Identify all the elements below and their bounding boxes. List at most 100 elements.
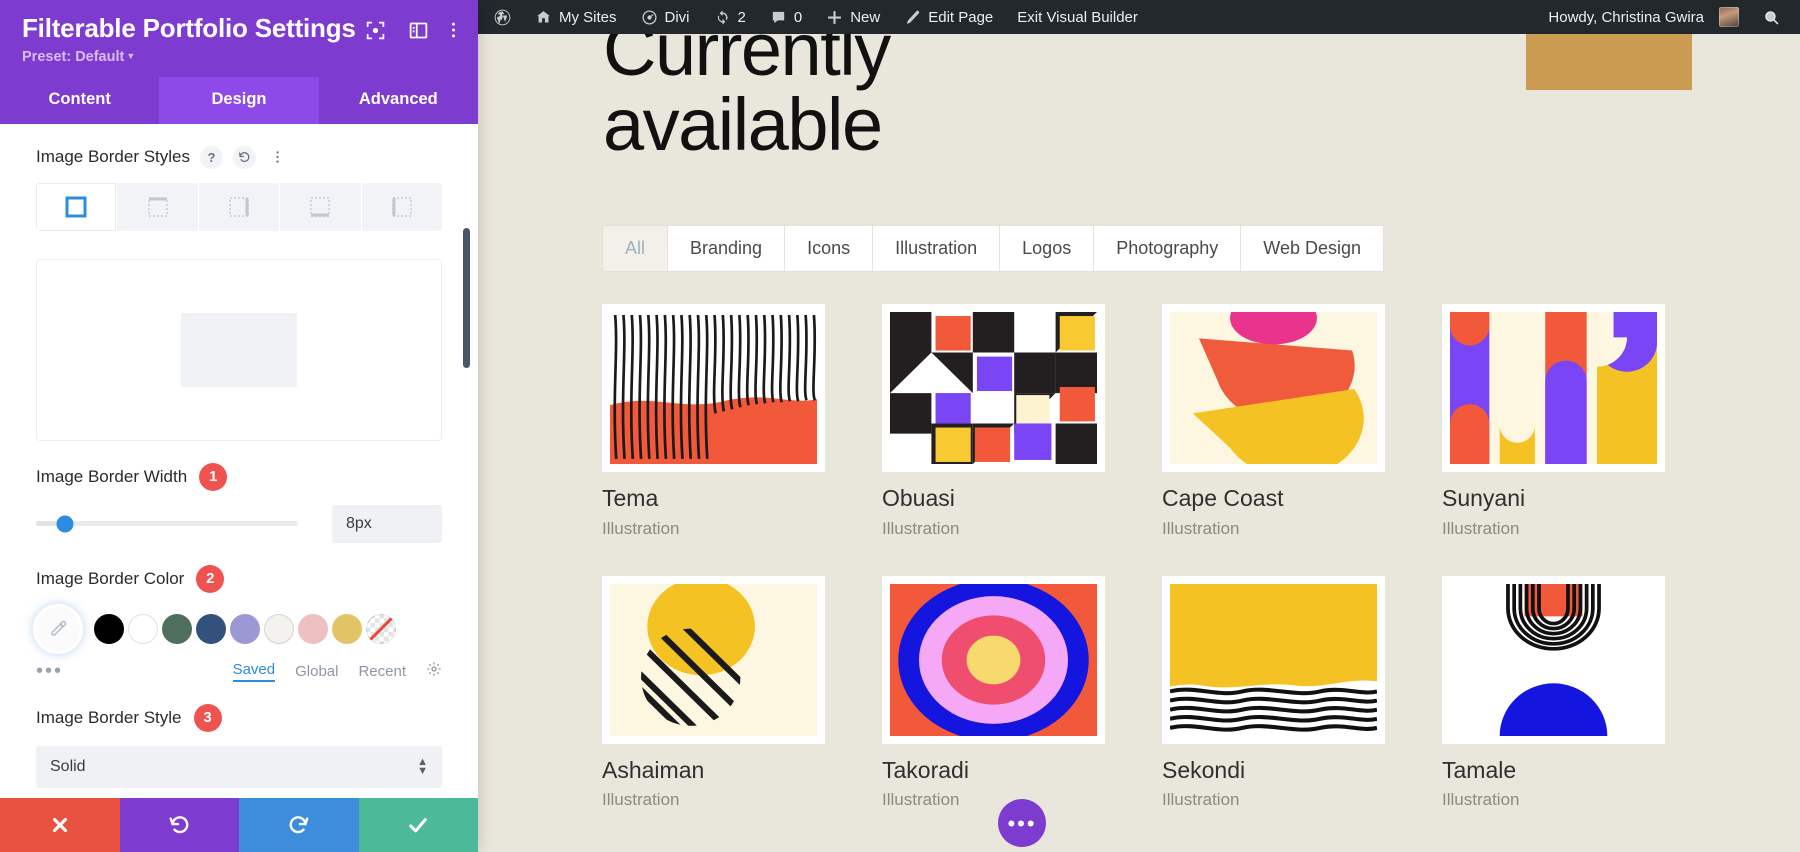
border-width-slider[interactable] — [36, 521, 298, 526]
annotation-badge-3: 3 — [194, 704, 222, 732]
filter-web-design[interactable]: Web Design — [1241, 226, 1383, 271]
settings-footer — [0, 798, 478, 852]
filter-branding[interactable]: Branding — [668, 226, 785, 271]
portfolio-thumbnail[interactable] — [1442, 304, 1665, 472]
wordpress-icon[interactable] — [478, 0, 523, 34]
portfolio-thumbnail[interactable] — [882, 576, 1105, 744]
portfolio-thumbnail[interactable] — [602, 304, 825, 472]
portfolio-thumbnail[interactable] — [1442, 576, 1665, 744]
portfolio-item: Sekondi Illustration — [1162, 576, 1385, 811]
preset-selector[interactable]: Preset: Default▼ — [22, 49, 456, 65]
swatch-pink[interactable] — [298, 614, 328, 644]
swatch-lavender[interactable] — [230, 614, 260, 644]
portfolio-item: Cape Coast Illustration — [1162, 304, 1385, 539]
portfolio-category: Illustration — [882, 790, 1105, 810]
swatch-dark-green[interactable] — [162, 614, 192, 644]
slider-handle[interactable] — [56, 515, 73, 532]
more-vertical-icon[interactable] — [266, 146, 289, 169]
filter-logos[interactable]: Logos — [1000, 226, 1094, 271]
portfolio-title[interactable]: Tamale — [1442, 757, 1665, 785]
annotation-badge-1: 1 — [199, 463, 227, 491]
portfolio-thumbnail[interactable] — [1162, 576, 1385, 744]
howdy-account[interactable]: Howdy, Christina Gwira — [1536, 0, 1751, 34]
swatch-tab-global[interactable]: Global — [295, 663, 338, 680]
border-side-all[interactable] — [36, 183, 116, 231]
swatch-tab-recent[interactable]: Recent — [358, 663, 406, 680]
portfolio-thumbnail[interactable] — [882, 304, 1105, 472]
portfolio-title[interactable]: Ashaiman — [602, 757, 825, 785]
filter-photography[interactable]: Photography — [1094, 226, 1241, 271]
search-icon[interactable] — [1751, 0, 1800, 34]
layout-icon[interactable] — [408, 20, 429, 41]
cancel-button[interactable] — [0, 798, 120, 852]
tab-content[interactable]: Content — [0, 77, 159, 124]
portfolio-category: Illustration — [1442, 790, 1665, 810]
tab-advanced[interactable]: Advanced — [319, 77, 478, 124]
border-side-bottom[interactable] — [280, 183, 360, 231]
settings-body: Image Border Styles ? — [0, 124, 478, 798]
portfolio-category: Illustration — [602, 790, 825, 810]
filter-illustration[interactable]: Illustration — [873, 226, 1000, 271]
help-icon[interactable]: ? — [200, 146, 223, 169]
portfolio-category: Illustration — [1162, 790, 1385, 810]
exit-visual-builder[interactable]: Exit Visual Builder — [1005, 0, 1150, 34]
portfolio-thumbnail[interactable] — [602, 576, 825, 744]
swatch-white[interactable] — [128, 614, 158, 644]
artwork-bowls — [1170, 312, 1377, 464]
color-swatch-meta: ••• Saved Global Recent — [36, 661, 442, 682]
comments[interactable]: 0 — [758, 0, 814, 34]
artwork-yellow-waves — [1170, 584, 1377, 736]
image-border-styles-label: Image Border Styles — [36, 147, 190, 167]
chevron-down-icon: ▼ — [126, 51, 135, 61]
portfolio-title[interactable]: Tema — [602, 485, 825, 513]
artwork-arches-columns — [1450, 312, 1657, 464]
avatar — [1719, 7, 1739, 27]
portfolio-title[interactable]: Obuasi — [882, 485, 1105, 513]
portfolio-title[interactable]: Sekondi — [1162, 757, 1385, 785]
swatch-tab-saved[interactable]: Saved — [233, 661, 276, 682]
border-side-right[interactable] — [199, 183, 279, 231]
border-side-top[interactable] — [117, 183, 197, 231]
save-button[interactable] — [359, 798, 479, 852]
filter-all[interactable]: All — [603, 226, 668, 271]
undo-button[interactable] — [120, 798, 240, 852]
eyedropper-icon[interactable] — [36, 607, 80, 651]
heading-line-2: available — [603, 87, 890, 162]
settings-scrollbar[interactable] — [466, 124, 475, 798]
tab-design[interactable]: Design — [159, 77, 318, 124]
portfolio-title[interactable]: Cape Coast — [1162, 485, 1385, 513]
expand-icon[interactable] — [365, 20, 386, 41]
portfolio-thumbnail[interactable] — [1162, 304, 1385, 472]
swatch-more-icon[interactable]: ••• — [36, 661, 90, 681]
edit-page[interactable]: Edit Page — [892, 0, 1005, 34]
border-preview-box — [36, 259, 442, 441]
updates[interactable]: 2 — [702, 0, 758, 34]
scrollbar-thumb[interactable] — [463, 228, 470, 368]
filter-icons[interactable]: Icons — [785, 226, 873, 271]
gear-icon[interactable] — [426, 661, 442, 682]
swatch-black[interactable] — [94, 614, 124, 644]
more-vertical-icon[interactable] — [451, 20, 456, 41]
portfolio-grid: Tema Illustration — [602, 304, 1665, 810]
swatch-off-white[interactable] — [264, 614, 294, 644]
redo-button[interactable] — [239, 798, 359, 852]
swatch-transparent[interactable] — [366, 614, 396, 644]
portfolio-title[interactable]: Takoradi — [882, 757, 1105, 785]
border-style-select[interactable]: Solid ▲▼ — [36, 746, 442, 788]
image-border-width-header: Image Border Width 1 — [36, 441, 442, 491]
new-content[interactable]: New — [814, 0, 892, 34]
divi-label: Divi — [665, 9, 690, 26]
swatch-navy[interactable] — [196, 614, 226, 644]
image-border-color-label: Image Border Color — [36, 569, 184, 589]
divi[interactable]: Divi — [629, 0, 702, 34]
my-sites[interactable]: My Sites — [523, 0, 629, 34]
howdy-label: Howdy, Christina Gwira — [1548, 9, 1704, 26]
swatch-gold[interactable] — [332, 614, 362, 644]
border-width-input[interactable]: 8px — [332, 505, 442, 543]
module-hover-dots-button[interactable]: ••• — [998, 799, 1046, 847]
portfolio-title[interactable]: Sunyani — [1442, 485, 1665, 513]
border-side-left[interactable] — [362, 183, 442, 231]
settings-header: Filterable Portfolio Settings — [0, 0, 478, 77]
reset-icon[interactable] — [233, 146, 256, 169]
border-style-value: Solid — [50, 758, 86, 776]
